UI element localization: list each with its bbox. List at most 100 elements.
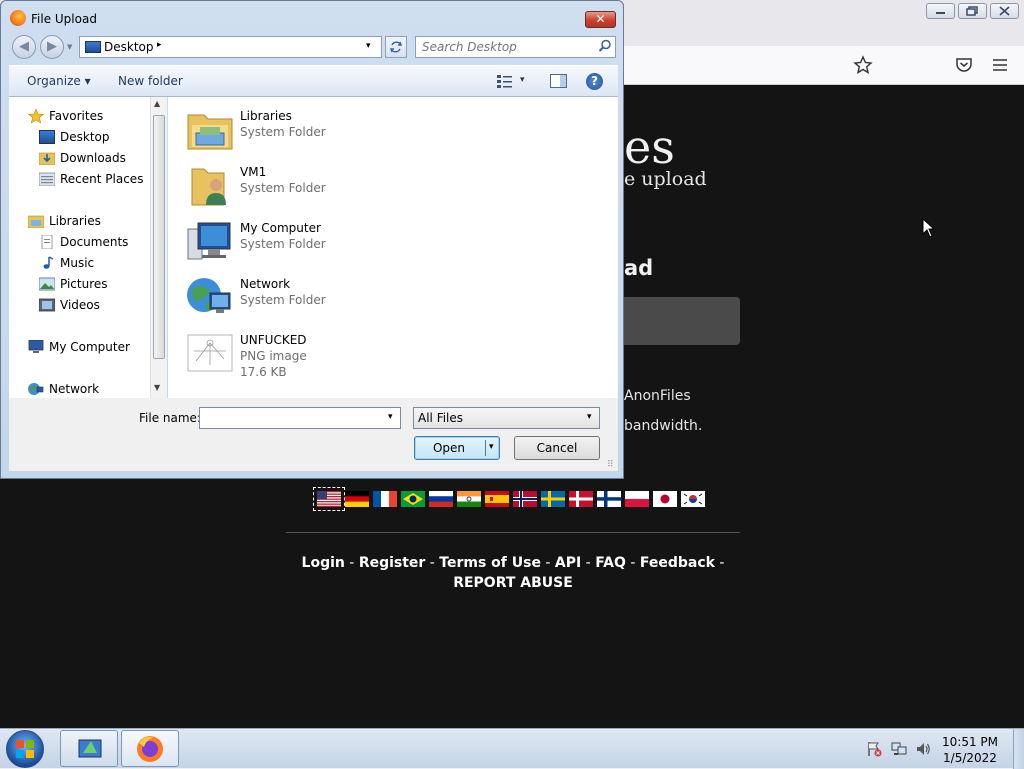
window-close-button[interactable] [990,3,1019,19]
file-name: My Computer [240,221,321,235]
upload-button[interactable] [624,297,740,345]
computer-icon [28,340,44,353]
flag-no[interactable] [513,491,537,507]
address-location[interactable]: Desktop [104,40,154,54]
taskbar-app-firefox[interactable] [121,730,179,767]
flag-fr[interactable] [373,491,397,507]
dialog-close-button[interactable]: ✕ [585,11,616,28]
flag-br[interactable] [401,491,425,507]
nav-music[interactable]: Music [39,254,94,272]
change-view-icon[interactable] [496,74,514,88]
nav-label: Videos [60,298,100,312]
nav-network[interactable]: Network [28,380,99,398]
file-type-select[interactable]: All Files ▾ [413,407,600,429]
nav-libraries[interactable]: Libraries [28,212,101,230]
terms-link[interactable]: Terms of Use [439,555,541,571]
flag-fi[interactable] [597,491,621,507]
scroll-up-icon[interactable]: ▲ [154,99,160,108]
report-abuse-link[interactable]: REPORT ABUSE [453,575,573,591]
flag-pl[interactable] [625,491,649,507]
taskbar-app-explorer[interactable] [60,730,118,767]
views-dropdown-icon[interactable]: ▾ [520,75,525,85]
desktop-icon [39,130,55,144]
flag-us[interactable] [313,487,345,511]
nav-my-computer[interactable]: My Computer [28,338,130,356]
nav-downloads[interactable]: Downloads [39,149,126,167]
flag-de[interactable] [345,491,369,507]
flag-kr[interactable] [681,491,705,507]
flag-ru[interactable] [429,491,453,507]
nav-label: Libraries [49,214,101,228]
restore-button[interactable] [958,3,987,19]
recent-locations-icon[interactable]: ▼ [67,43,72,51]
address-dropdown-icon[interactable]: ▾ [366,41,371,51]
clock-date: 1/5/2022 [943,751,997,765]
flag-se[interactable] [541,491,565,507]
new-folder-button[interactable]: New folder [118,74,183,88]
nav-label: Pictures [60,277,108,291]
taskbar: 10:51 PM 1/5/2022 [0,728,1024,769]
api-link[interactable]: API [555,555,581,571]
login-link[interactable]: Login [302,555,345,571]
file-name-combobox[interactable]: ▾ [199,407,401,429]
flag-dk[interactable] [569,491,593,507]
help-icon[interactable]: ? [586,73,603,90]
flag-jp[interactable] [653,491,677,507]
scroll-thumb[interactable] [153,115,165,359]
file-type-dropdown-icon[interactable]: ▾ [587,412,592,422]
address-bar[interactable]: Desktop ▸ ▾ [79,36,382,58]
file-name-input[interactable] [203,410,383,426]
resize-grip-icon[interactable]: ⠿ [607,460,614,470]
star-icon [28,109,44,123]
search-box[interactable] [415,36,616,58]
pocket-icon[interactable] [954,55,974,75]
minimize-button[interactable] [926,3,955,19]
scroll-down-icon[interactable]: ▼ [154,383,160,392]
refresh-button[interactable] [385,36,407,58]
nav-label: Network [49,382,100,396]
show-desktop-button[interactable] [1013,729,1024,769]
start-button[interactable] [6,730,44,768]
footer-separator: - [344,555,359,571]
forward-button[interactable]: ▶ [40,35,64,59]
action-center-icon[interactable] [866,741,882,757]
file-list-pane: Libraries System Folder VM1 System Folde… [168,97,618,398]
bookmark-star-icon[interactable] [853,55,873,75]
navigation-pane: Favorites Desktop Downloads Recent Place… [9,97,167,398]
nav-desktop[interactable]: Desktop [39,128,110,146]
file-size: 17.6 KB [240,365,287,379]
preview-pane-icon[interactable] [550,74,567,88]
nav-label: My Computer [49,340,130,354]
faq-link[interactable]: FAQ [595,555,626,571]
nav-pictures[interactable]: Pictures [39,275,108,293]
nav-favorites[interactable]: Favorites [28,107,103,125]
nav-scrollbar[interactable]: ▲ ▼ [150,97,167,398]
menu-icon[interactable] [990,55,1010,75]
nav-videos[interactable]: Videos [39,296,100,314]
register-link[interactable]: Register [359,555,426,571]
network-tray-icon[interactable] [891,741,907,757]
nav-label: Recent Places [60,172,144,186]
search-icon[interactable] [598,39,612,56]
cancel-button[interactable]: Cancel [514,436,600,460]
flag-es[interactable] [485,491,509,507]
site-title: es [624,120,675,174]
breadcrumb-arrow-icon[interactable]: ▸ [157,40,162,50]
flag-in[interactable] [457,491,481,507]
open-dropdown-icon[interactable]: ▾ [489,442,494,452]
language-flags [313,487,705,512]
organize-menu[interactable]: Organize ▾ [27,74,91,88]
clock[interactable]: 10:51 PM 1/5/2022 [940,734,1000,766]
file-type: PNG image [240,349,307,363]
nav-label: Music [60,256,95,270]
nav-recent-places[interactable]: Recent Places [39,170,143,188]
open-button[interactable]: Open ▾ [414,436,500,460]
search-input[interactable] [420,39,596,55]
feedback-link[interactable]: Feedback [640,555,715,571]
back-button[interactable]: ◀ [12,35,36,59]
volume-icon[interactable] [915,741,931,757]
file-name-dropdown-icon[interactable]: ▾ [388,412,393,422]
file-type: System Folder [240,181,326,195]
nav-documents[interactable]: Documents [39,233,128,251]
footer-separator: - [581,555,596,571]
